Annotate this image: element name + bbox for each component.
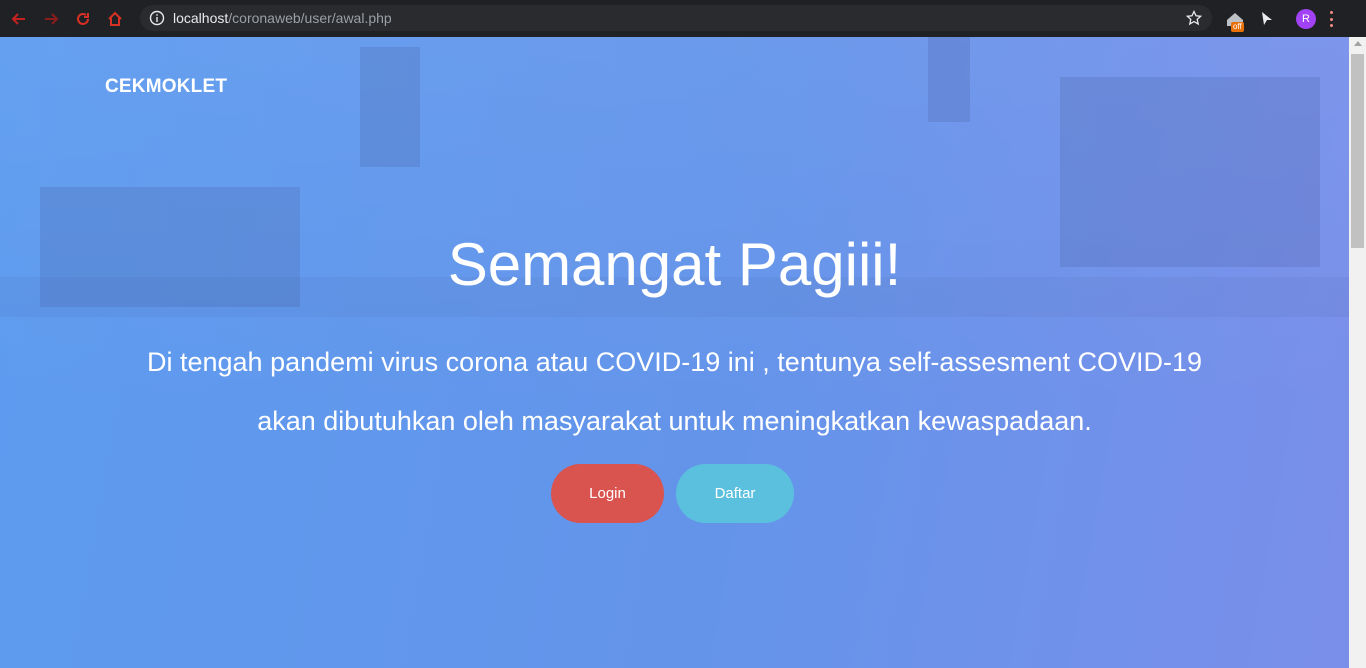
back-arrow-icon xyxy=(11,12,25,25)
info-icon[interactable] xyxy=(149,10,165,26)
login-button[interactable]: Login xyxy=(551,464,664,523)
extensions-area: off R xyxy=(1224,6,1334,32)
cursor-extension-icon[interactable] xyxy=(1260,11,1274,27)
back-button[interactable] xyxy=(6,6,32,32)
browser-menu-icon[interactable] xyxy=(1330,11,1334,27)
page-viewport: CEKMOKLET Semangat Pagiii! Di tengah pan… xyxy=(0,37,1349,668)
forward-arrow-icon xyxy=(45,12,59,25)
profile-avatar[interactable]: R xyxy=(1296,9,1316,29)
reload-icon xyxy=(77,12,89,25)
address-bar[interactable]: localhost/coronaweb/user/awal.php xyxy=(140,5,1212,31)
home-button[interactable] xyxy=(102,6,128,32)
scroll-up-arrow-icon[interactable] xyxy=(1354,41,1362,46)
forward-button[interactable] xyxy=(38,6,64,32)
browser-toolbar: localhost/coronaweb/user/awal.php off R xyxy=(0,0,1366,37)
reload-button[interactable] xyxy=(70,6,96,32)
vertical-scrollbar[interactable] xyxy=(1349,37,1366,668)
daftar-button[interactable]: Daftar xyxy=(676,464,794,523)
bookmark-star-icon[interactable] xyxy=(1185,9,1203,26)
hero-title: Semangat Pagiii! xyxy=(447,231,902,298)
extension-badge: off xyxy=(1231,22,1244,32)
scroll-thumb[interactable] xyxy=(1351,54,1364,248)
extension-off-button[interactable]: off xyxy=(1224,8,1246,32)
url-text: localhost/coronaweb/user/awal.php xyxy=(173,10,392,26)
background-traffic-light xyxy=(928,37,970,122)
hero-description: Di tengah pandemi virus corona atau COVI… xyxy=(146,347,1202,436)
brand-logo[interactable]: CEKMOKLET xyxy=(105,76,227,98)
background-traffic-light xyxy=(360,47,420,167)
home-icon xyxy=(108,11,122,26)
